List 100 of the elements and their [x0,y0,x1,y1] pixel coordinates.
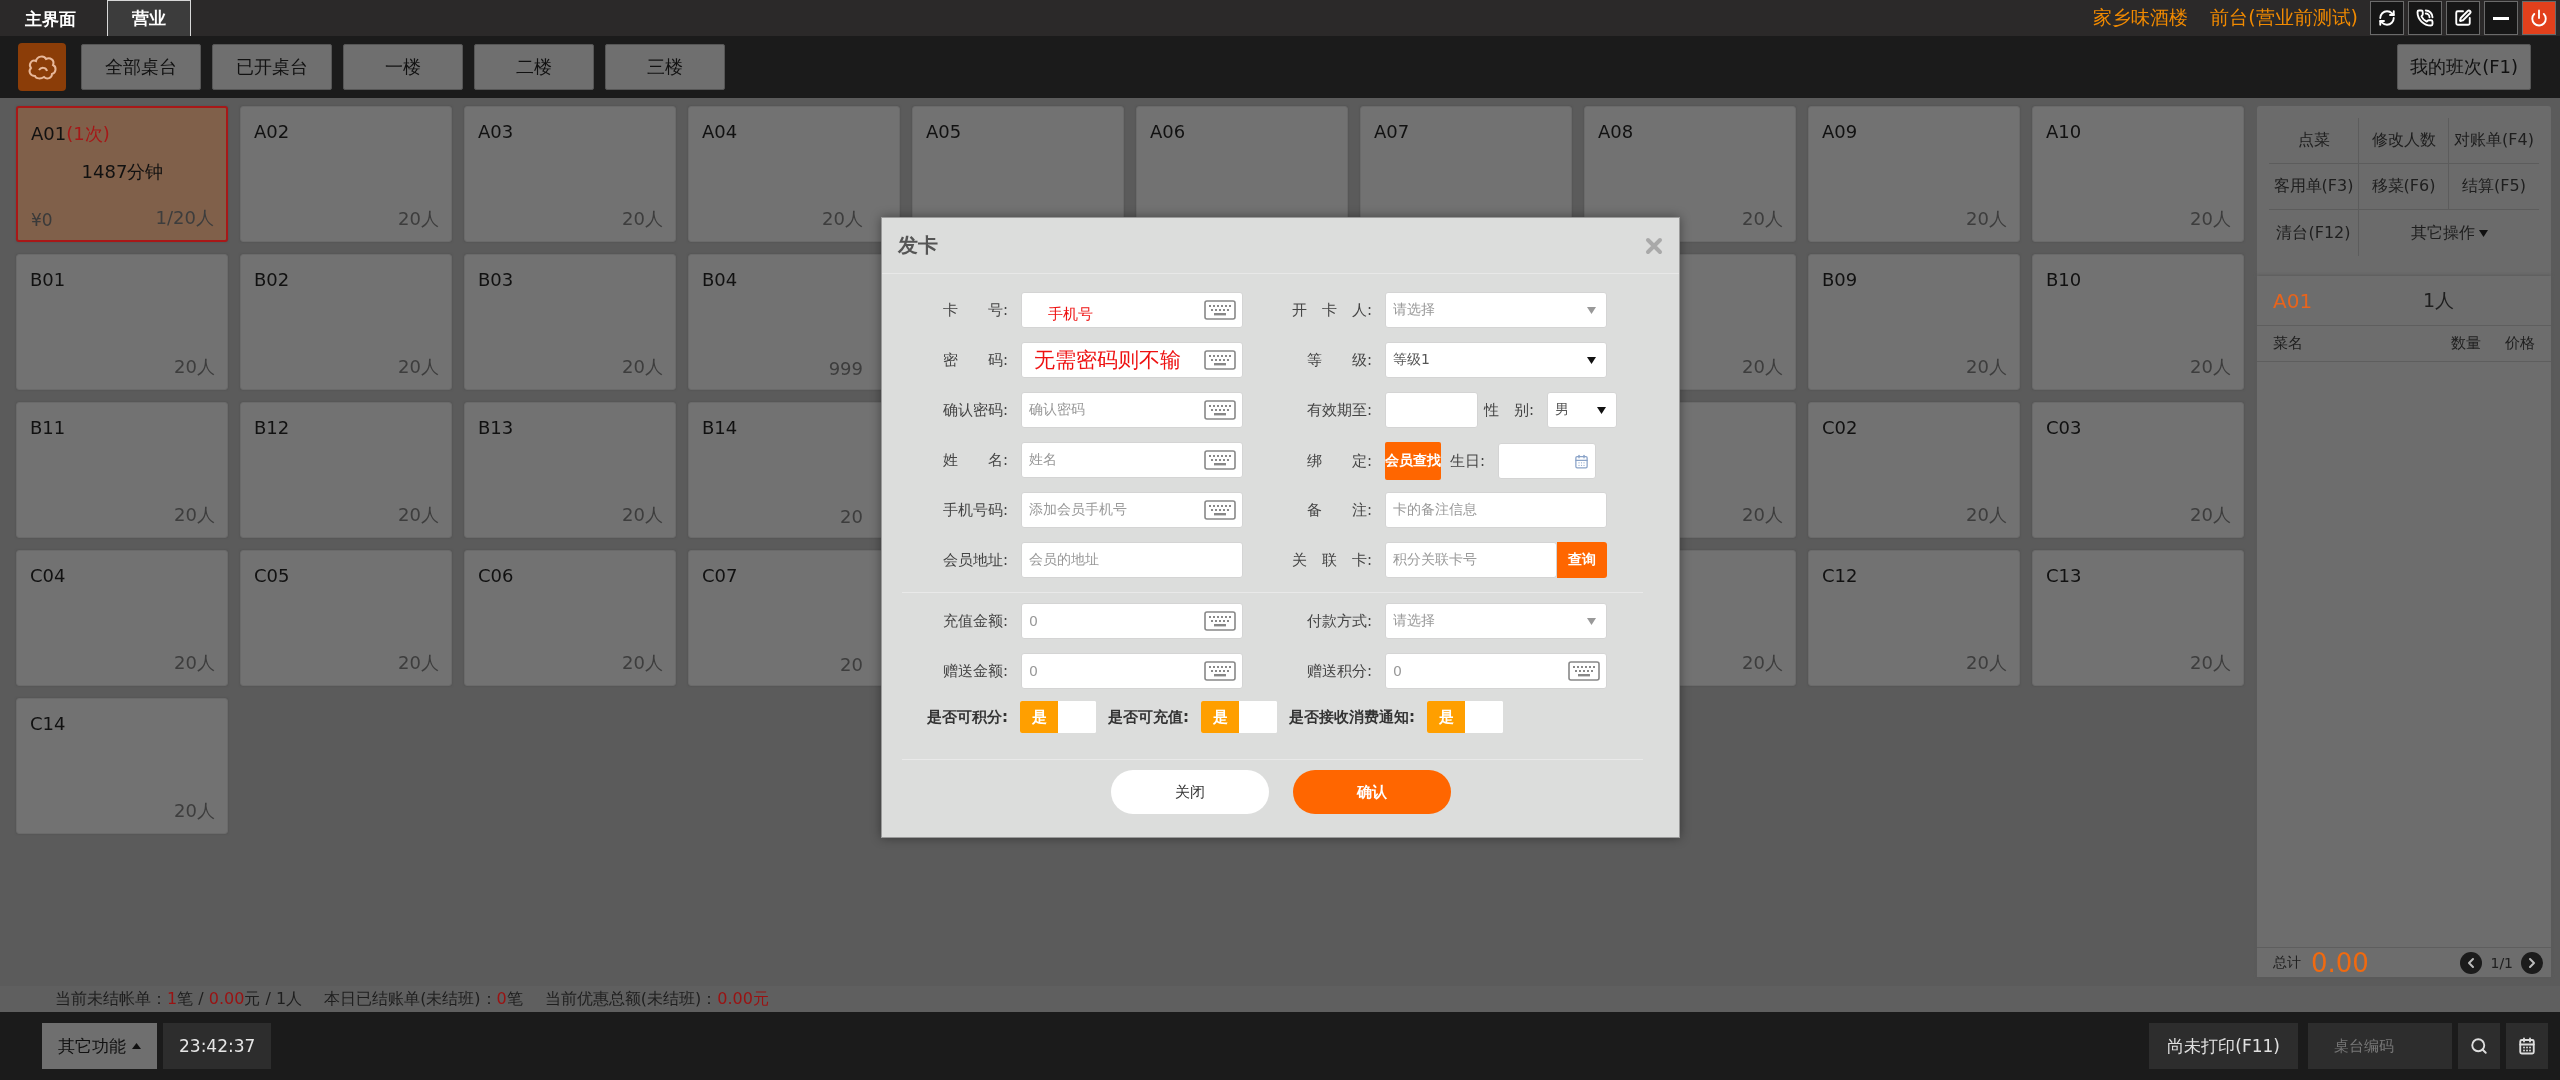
table-name: B14 [702,417,738,438]
date-field[interactable] [1385,392,1478,428]
table-name: C14 [30,713,66,734]
clock: 23:42:37 [163,1023,272,1069]
filter-button[interactable]: 一楼 [343,44,463,90]
input-field[interactable]: 姓名 [1021,442,1243,478]
power-button[interactable] [2522,1,2556,35]
keyboard-icon[interactable] [1204,350,1236,370]
filter-button[interactable]: 已开桌台 [212,44,332,90]
select-field[interactable]: 请选择 [1385,292,1607,328]
input-field[interactable]: 确认密码 [1021,392,1243,428]
table-name: A04 [702,121,738,142]
input-field[interactable]: 0 [1021,653,1243,689]
edit-button[interactable] [2446,1,2480,35]
keyboard-icon[interactable] [1204,661,1236,681]
next-page-button[interactable] [2521,951,2543,974]
input-field[interactable]: 手机号 [1021,292,1243,328]
table-name: C07 [702,565,738,586]
input-field[interactable]: 添加会员手机号 [1021,492,1243,528]
visit-count: (1次) [66,122,110,146]
table-name: A03 [478,121,514,142]
status-text: 当前未结帐单：1笔 / 0.00元 / 1人 [55,988,303,1010]
keyboard-icon[interactable] [1204,500,1236,520]
more-functions-button[interactable]: 其它功能 [42,1023,157,1069]
status-text: 本日已结账单(未结班)：0笔 [324,988,523,1010]
field-label: 赠送积分: [1305,661,1372,681]
pen-icon [2454,9,2472,27]
date-field[interactable] [1498,443,1597,479]
field-label: 付款方式: [1305,611,1372,631]
input-field[interactable]: 0 [1021,603,1243,639]
query-button[interactable]: 查询 [1557,542,1607,578]
terminal-name: 前台(营业前测试) [2210,5,2358,30]
select-field[interactable]: 男 [1547,392,1618,428]
keyboard-icon[interactable] [1568,661,1600,681]
action-button[interactable]: 其它操作 [2359,210,2539,256]
previous-page-button[interactable] [2460,951,2483,974]
action-button[interactable]: 清台(F12) [2269,210,2359,256]
close-button[interactable]: 关闭 [1110,770,1269,814]
input-field[interactable]: 积分关联卡号 [1385,542,1557,578]
table-name: C05 [254,565,290,586]
toggle-switch[interactable]: 是 [1427,701,1503,733]
action-button[interactable]: 结算(F5) [2449,164,2539,210]
minimize-button[interactable] [2484,1,2518,35]
search-button[interactable] [2458,1023,2500,1069]
filter-button[interactable]: 三楼 [605,44,725,90]
action-button[interactable]: 客用单(F3) [2269,164,2359,210]
table-name: C13 [2046,565,2082,586]
input-field[interactable]: 卡的备注信息 [1385,492,1607,528]
page-number: 1/1 [2490,954,2513,971]
column-header: 价格 [2504,334,2535,353]
phone-button[interactable] [2408,1,2442,35]
keyboard-icon[interactable] [1204,450,1236,470]
field-label: 姓 名: [941,450,1008,470]
field-label: 赠送金额: [941,661,1008,681]
input-field[interactable]: 无需密码则不输 [1021,342,1243,378]
action-button[interactable]: 对账单(F4) [2449,118,2539,164]
keyboard-icon[interactable] [1204,400,1236,420]
member-search-button[interactable]: 会员查找 [1385,442,1441,480]
logo-icon[interactable] [18,43,66,91]
action-button[interactable]: 修改人数 [2359,118,2449,164]
keyboard-icon[interactable] [1204,300,1236,320]
unprinted-button[interactable]: 尚未打印(F11) [2149,1023,2298,1069]
field-label: 绑 定: [1305,451,1372,471]
keyboard-icon[interactable] [1204,611,1236,631]
refresh-icon [2378,9,2396,27]
table-name: B09 [1822,269,1858,290]
toggle-switch[interactable]: 是 [1020,701,1096,733]
action-button[interactable]: 点菜 [2269,118,2359,164]
field-label: 充值金额: [941,611,1008,631]
filter-button[interactable]: 全部桌台 [81,44,201,90]
field-label: 开 卡 人: [1290,300,1372,320]
table-name: B01 [30,269,66,290]
seat-count: 1/20人 [155,206,214,230]
input-field[interactable]: 会员的地址 [1021,542,1243,578]
table-name: C02 [1822,417,1858,438]
column-header: 数量 [2450,334,2481,353]
power-icon [2530,9,2548,27]
select-field[interactable]: 等级1 [1385,342,1607,378]
filter-button[interactable]: 二楼 [474,44,594,90]
field-label: 备 注: [1305,500,1372,520]
action-button[interactable]: 移菜(F6) [2359,164,2449,210]
calendar-icon [2518,1037,2536,1055]
my-shift-button[interactable]: 我的班次(F1) [2397,44,2531,90]
dropdown-caret-icon [1587,306,1596,314]
select-field[interactable]: 请选择 [1385,603,1607,639]
confirm-button[interactable]: 确认 [1292,770,1451,814]
input-field[interactable]: 0 [1385,653,1607,689]
search-field[interactable]: 桌台编码 [2308,1023,2452,1069]
tab[interactable]: 营业 [107,0,191,36]
toggle-switch[interactable]: 是 [1201,701,1277,733]
calendar-icon[interactable] [1574,453,1590,469]
field-label: 密 码: [941,350,1008,370]
table-name: A08 [1598,121,1634,142]
refresh-button[interactable] [2370,1,2404,35]
field-label: 卡 号: [941,300,1008,320]
table-card[interactable]: A01(1次) 1487分钟 ¥0 1/20人 [16,106,228,242]
calendar-button[interactable] [2506,1023,2548,1069]
dropdown-caret-icon [1597,406,1607,414]
dropdown-caret-icon [1587,617,1596,625]
table-name: C04 [30,565,66,586]
